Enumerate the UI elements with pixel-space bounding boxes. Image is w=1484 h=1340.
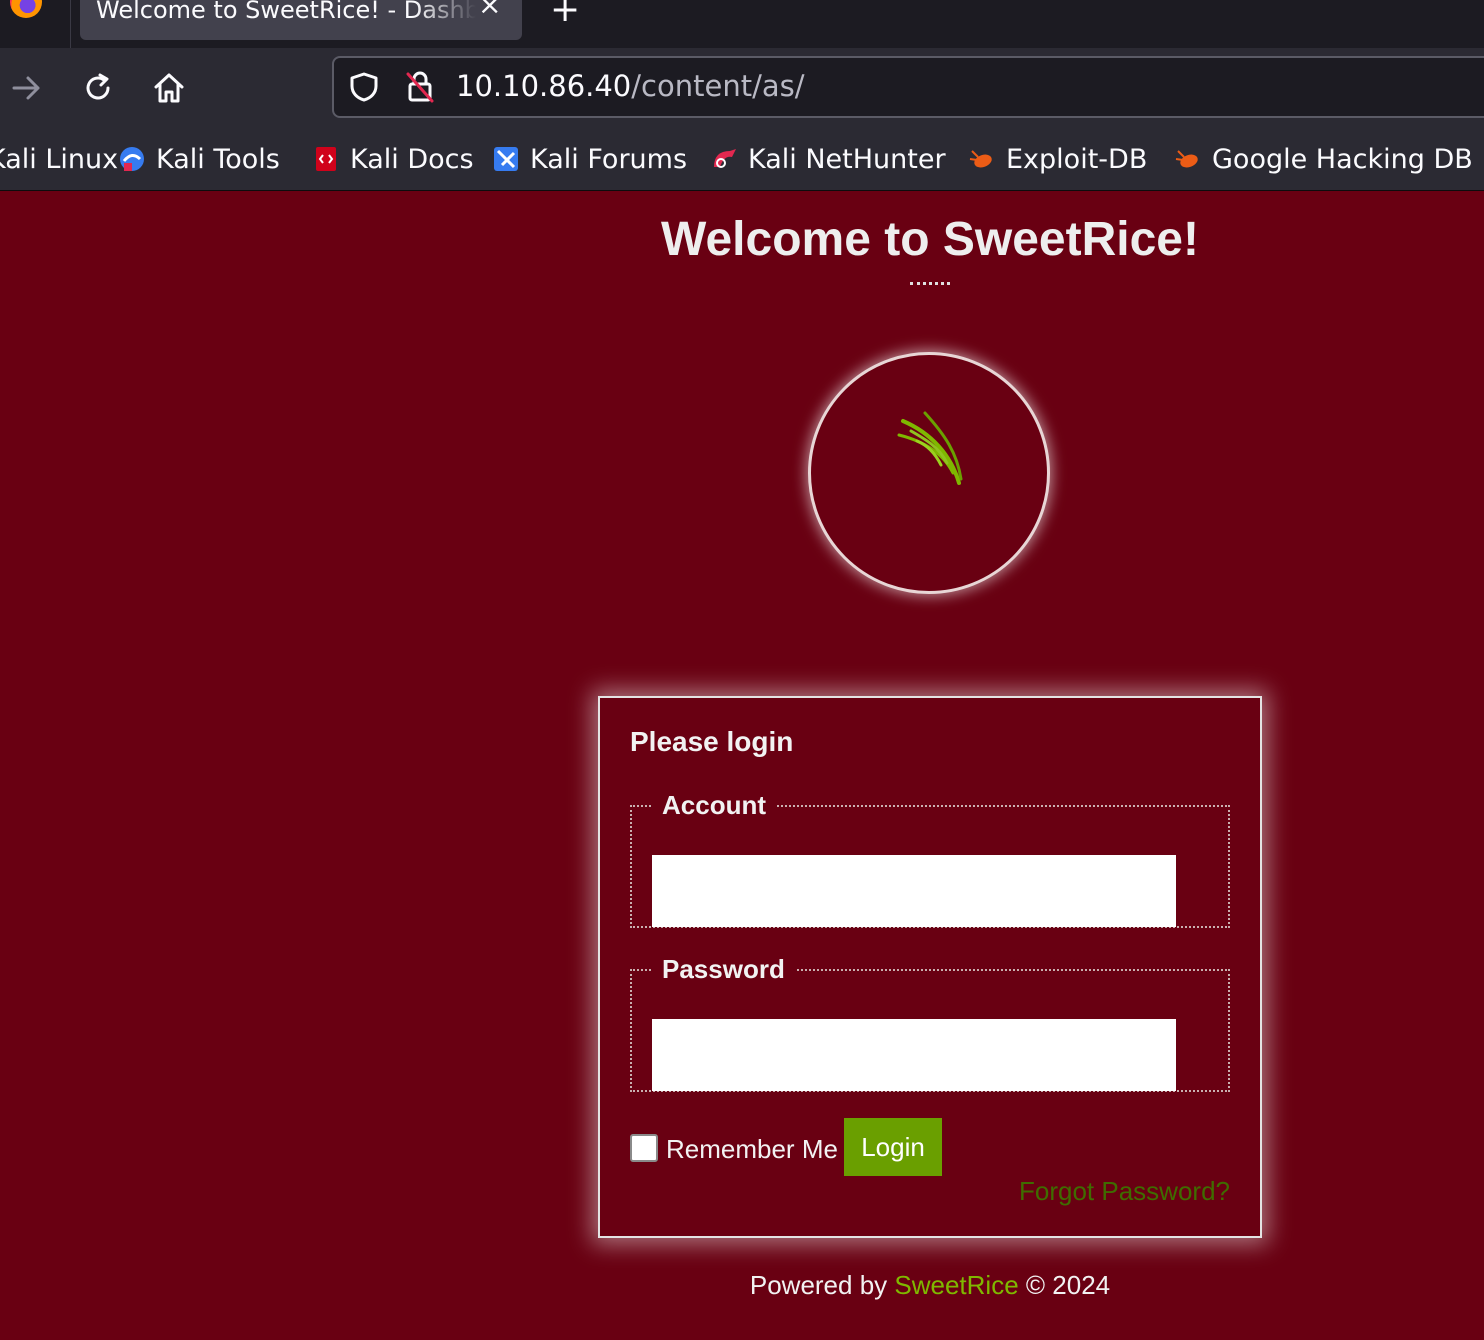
kali-forums-icon [494,147,518,171]
browser-tab-bar: Welcome to SweetRice! - Dashboard × + [0,0,1484,48]
exploit-db-icon [969,150,992,168]
sweetrice-link[interactable]: SweetRice [894,1270,1018,1300]
firefox-icon [10,0,42,18]
bookmark-label: Google Hacking DB [1212,144,1473,175]
password-input[interactable] [652,1019,1176,1091]
forward-icon[interactable] [8,70,44,106]
new-tab-icon[interactable]: + [550,0,580,28]
account-fieldset: Account [630,790,1230,928]
footer-copyright: © 2024 [1018,1270,1111,1300]
ghdb-icon [1175,150,1198,168]
forgot-password-link[interactable]: Forgot Password? [1019,1176,1230,1207]
home-icon[interactable] [151,70,187,106]
shield-icon[interactable] [348,71,380,103]
login-button[interactable]: Login [844,1118,942,1176]
bookmark-google-hacking-db[interactable]: Google Hacking DB [1174,142,1473,182]
remember-me-label[interactable]: Remember Me [666,1134,838,1165]
bookmark-label: Exploit-DB [1006,144,1148,175]
bookmark-label: Kali NetHunter [748,144,946,175]
tab-separator [70,0,71,48]
login-panel: Please login Account Password Remember M… [598,696,1262,1238]
url-path: /content/as/ [631,69,805,103]
sweetrice-logo [808,352,1050,594]
browser-tab-active[interactable]: Welcome to SweetRice! - Dashboard × [80,0,522,40]
bookmark-label: Kali Docs [350,144,474,175]
kali-docs-icon [316,147,336,171]
tab-title: Welcome to SweetRice! - Dashboard [96,0,476,24]
bookmark-kali-nethunter[interactable]: Kali NetHunter [710,142,946,182]
url-text[interactable]: 10.10.86.40/content/as/ [456,69,805,103]
bookmark-exploit-db[interactable]: Exploit-DB [968,142,1147,182]
bookmarks-toolbar: Kali Linux Kali Tools Kali Docs Kali For… [0,132,1484,191]
bookmark-label: Kali Tools [156,144,280,175]
title-dotted-divider [910,272,950,285]
insecure-lock-icon[interactable] [404,70,436,104]
bookmark-label: Kali Linux [0,144,119,175]
footer: Powered by SweetRice © 2024 [0,1270,1484,1301]
password-fieldset: Password [630,954,1230,1092]
page-title: Welcome to SweetRice! [661,213,1199,266]
nethunter-icon [714,149,736,168]
account-input[interactable] [652,855,1176,927]
footer-prefix: Powered by [749,1270,895,1300]
bookmark-kali-forums[interactable]: Kali Forums [492,142,687,182]
bookmark-label: Kali Forums [530,144,688,175]
remember-me-checkbox[interactable] [630,1134,658,1162]
rice-sprout-icon [897,411,963,485]
reload-icon[interactable] [80,70,116,106]
password-legend: Password [662,954,785,984]
url-host: 10.10.86.40 [456,69,632,103]
bookmark-kali-linux[interactable]: Kali Linux [0,142,118,182]
tab-close-icon[interactable]: × [478,0,501,20]
address-bar[interactable]: 10.10.86.40/content/as/ [332,56,1484,118]
bookmark-kali-docs[interactable]: Kali Docs [312,142,474,182]
kali-tools-icon [120,147,144,171]
account-legend: Account [662,790,766,820]
bookmark-kali-tools[interactable]: Kali Tools [118,142,280,182]
login-heading: Please login [630,726,794,757]
navigation-toolbar: 10.10.86.40/content/as/ [0,48,1484,132]
